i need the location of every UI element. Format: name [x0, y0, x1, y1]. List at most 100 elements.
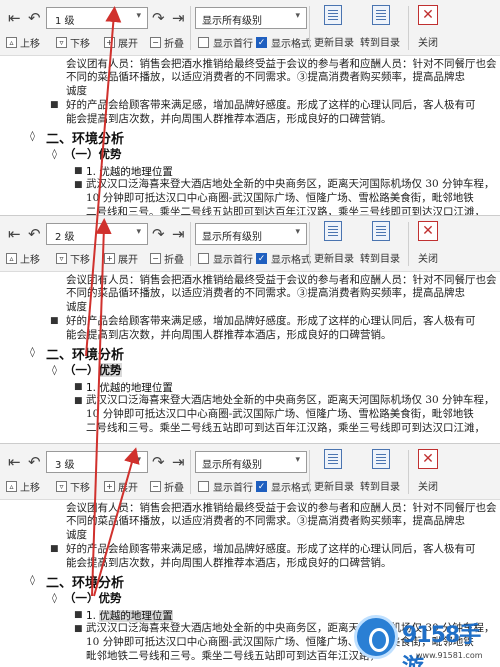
checkbox-icon [198, 253, 209, 264]
bullet-icon: ■ [74, 382, 83, 392]
collapse-button[interactable]: − 折叠 [150, 35, 184, 50]
bullet-icon: ■ [74, 180, 83, 190]
bullet-icon: ■ [50, 316, 59, 326]
move-down-button[interactable]: ▿ 下移 [56, 479, 90, 494]
goto-toc-label[interactable]: 转到目录 [360, 478, 400, 493]
goto-toc-icon[interactable] [372, 221, 390, 241]
demote-icon[interactable]: ↷ [152, 454, 165, 470]
heading-3-text: （一）优势 [64, 147, 122, 161]
promote-to-heading1-icon[interactable]: ⇤ [8, 454, 21, 470]
close-label[interactable]: 关闭 [418, 478, 438, 493]
demote-icon[interactable]: ↷ [152, 10, 165, 26]
show-first-line-checkbox[interactable]: 显示首行 [198, 35, 253, 50]
demote-to-body-icon[interactable]: ⇥ [172, 454, 185, 470]
goto-toc-icon[interactable] [372, 5, 390, 25]
plus-icon: + [104, 37, 115, 48]
update-toc-label[interactable]: 更新目录 [314, 478, 354, 493]
show-first-line-checkbox[interactable]: 显示首行 [198, 251, 253, 266]
outline-level-select[interactable]: 3 级 ▾ [46, 451, 148, 473]
move-down-icon: ▿ [56, 481, 67, 492]
expand-label: 展开 [118, 39, 138, 50]
doc-text-line: 好的产品会给顾客带来满足感，增加品牌好感度。形成了这样的心理认同后，客人极有可 [66, 99, 476, 111]
expand-button[interactable]: + 展开 [104, 35, 138, 50]
move-up-label: 上移 [20, 39, 40, 50]
move-up-icon: ▵ [6, 481, 17, 492]
promote-to-heading1-icon[interactable]: ⇤ [8, 226, 21, 242]
move-up-icon: ▵ [6, 253, 17, 264]
outline-expand-icon[interactable]: ◊ [30, 347, 35, 358]
doc-text-line: 武汉汉口泛海喜来登大酒店地处全新的中央商务区，距离天河国际机场仅 30 分钟车程… [86, 178, 495, 190]
checkbox-checked-icon: ✓ [256, 253, 267, 264]
update-toc-icon[interactable] [324, 449, 342, 469]
outline-expand-icon[interactable]: ◊ [52, 593, 57, 604]
demote-to-body-icon[interactable]: ⇥ [172, 226, 185, 242]
doc-text-line: 不同的菜品循环播放，以适应消费者的不同需求。③提高消费者购买频率，提高品牌忠 [66, 71, 465, 83]
expand-button[interactable]: + 展开 [104, 251, 138, 266]
close-icon[interactable]: ✕ [418, 449, 438, 469]
promote-icon[interactable]: ↶ [28, 454, 41, 470]
outline-level-select[interactable]: 1 级 ▾ [46, 7, 148, 29]
bullet-icon: ■ [74, 166, 83, 176]
collapse-button[interactable]: − 折叠 [150, 251, 184, 266]
outline-level-value: 3 级 [55, 460, 75, 471]
update-toc-label[interactable]: 更新目录 [314, 250, 354, 265]
update-toc-label[interactable]: 更新目录 [314, 34, 354, 49]
divider [309, 6, 310, 50]
divider [408, 6, 409, 50]
outline-toolbar: ⇤ ↶ 1 级 ▾ ↷ ⇥ 显示所有级别 ▾ ▵ 上移 ▿ 下移 + 展开 − 折叠 显… [0, 0, 500, 56]
checkbox-checked-icon: ✓ [256, 481, 267, 492]
show-format-checkbox[interactable]: ✓ 显示格式 [256, 479, 311, 494]
expand-button[interactable]: + 展开 [104, 479, 138, 494]
move-up-button[interactable]: ▵ 上移 [6, 35, 40, 50]
close-icon[interactable]: ✕ [418, 221, 438, 241]
goto-toc-label[interactable]: 转到目录 [360, 34, 400, 49]
demote-to-body-icon[interactable]: ⇥ [172, 10, 185, 26]
outline-expand-icon[interactable]: ◊ [30, 575, 35, 586]
show-format-label: 显示格式 [271, 255, 311, 266]
chevron-down-icon: ▾ [295, 227, 300, 237]
move-up-label: 上移 [20, 255, 40, 266]
document-view: 会议团有人员：销售会把酒水推销给最终受益于会议的参与者和应酬人员：针对不同餐厅也… [0, 272, 500, 443]
collapse-button[interactable]: − 折叠 [150, 479, 184, 494]
chevron-down-icon: ▾ [136, 227, 141, 237]
show-level-select[interactable]: 显示所有级别 ▾ [195, 223, 307, 245]
show-level-select[interactable]: 显示所有级别 ▾ [195, 451, 307, 473]
close-icon[interactable]: ✕ [418, 5, 438, 25]
doc-text-line: 会议团有人员：销售会把酒水推销给最终受益于会议的参与者和应酬人员：针对不同餐厅也… [66, 502, 497, 514]
show-level-value: 显示所有级别 [202, 232, 262, 243]
outline-expand-icon[interactable]: ◊ [52, 149, 57, 160]
move-down-icon: ▿ [56, 37, 67, 48]
promote-to-heading1-icon[interactable]: ⇤ [8, 10, 21, 26]
promote-icon[interactable]: ↶ [28, 10, 41, 26]
move-up-button[interactable]: ▵ 上移 [6, 251, 40, 266]
outline-expand-icon[interactable]: ◊ [30, 131, 35, 142]
document-view: 会议团有人员：销售会把酒水推销给最终受益于会议的参与者和应酬人员：针对不同餐厅也… [0, 56, 500, 222]
update-toc-icon[interactable] [324, 5, 342, 25]
outline-level-select[interactable]: 2 级 ▾ [46, 223, 148, 245]
close-label[interactable]: 关闭 [418, 250, 438, 265]
move-up-button[interactable]: ▵ 上移 [6, 479, 40, 494]
show-format-checkbox[interactable]: ✓ 显示格式 [256, 35, 311, 50]
doc-text-line: 诚度 [66, 529, 87, 541]
close-label[interactable]: 关闭 [418, 34, 438, 49]
move-down-button[interactable]: ▿ 下移 [56, 35, 90, 50]
heading-2-text: 二、环境分析 [46, 132, 125, 147]
move-down-icon: ▿ [56, 253, 67, 264]
show-level-select[interactable]: 显示所有级别 ▾ [195, 7, 307, 29]
outline-expand-icon[interactable]: ◊ [52, 365, 57, 376]
bullet-icon: ■ [50, 544, 59, 554]
show-format-checkbox[interactable]: ✓ 显示格式 [256, 251, 311, 266]
update-toc-icon[interactable] [324, 221, 342, 241]
move-down-button[interactable]: ▿ 下移 [56, 251, 90, 266]
bullet-icon: ■ [74, 396, 83, 406]
goto-toc-label[interactable]: 转到目录 [360, 250, 400, 265]
move-up-label: 上移 [20, 483, 40, 494]
demote-icon[interactable]: ↷ [152, 226, 165, 242]
show-first-line-label: 显示首行 [213, 39, 253, 50]
goto-toc-icon[interactable] [372, 449, 390, 469]
show-first-line-checkbox[interactable]: 显示首行 [198, 479, 253, 494]
chevron-down-icon: ▾ [295, 11, 300, 21]
heading-2-text: 二、环境分析 [46, 348, 125, 363]
promote-icon[interactable]: ↶ [28, 226, 41, 242]
divider [408, 222, 409, 266]
